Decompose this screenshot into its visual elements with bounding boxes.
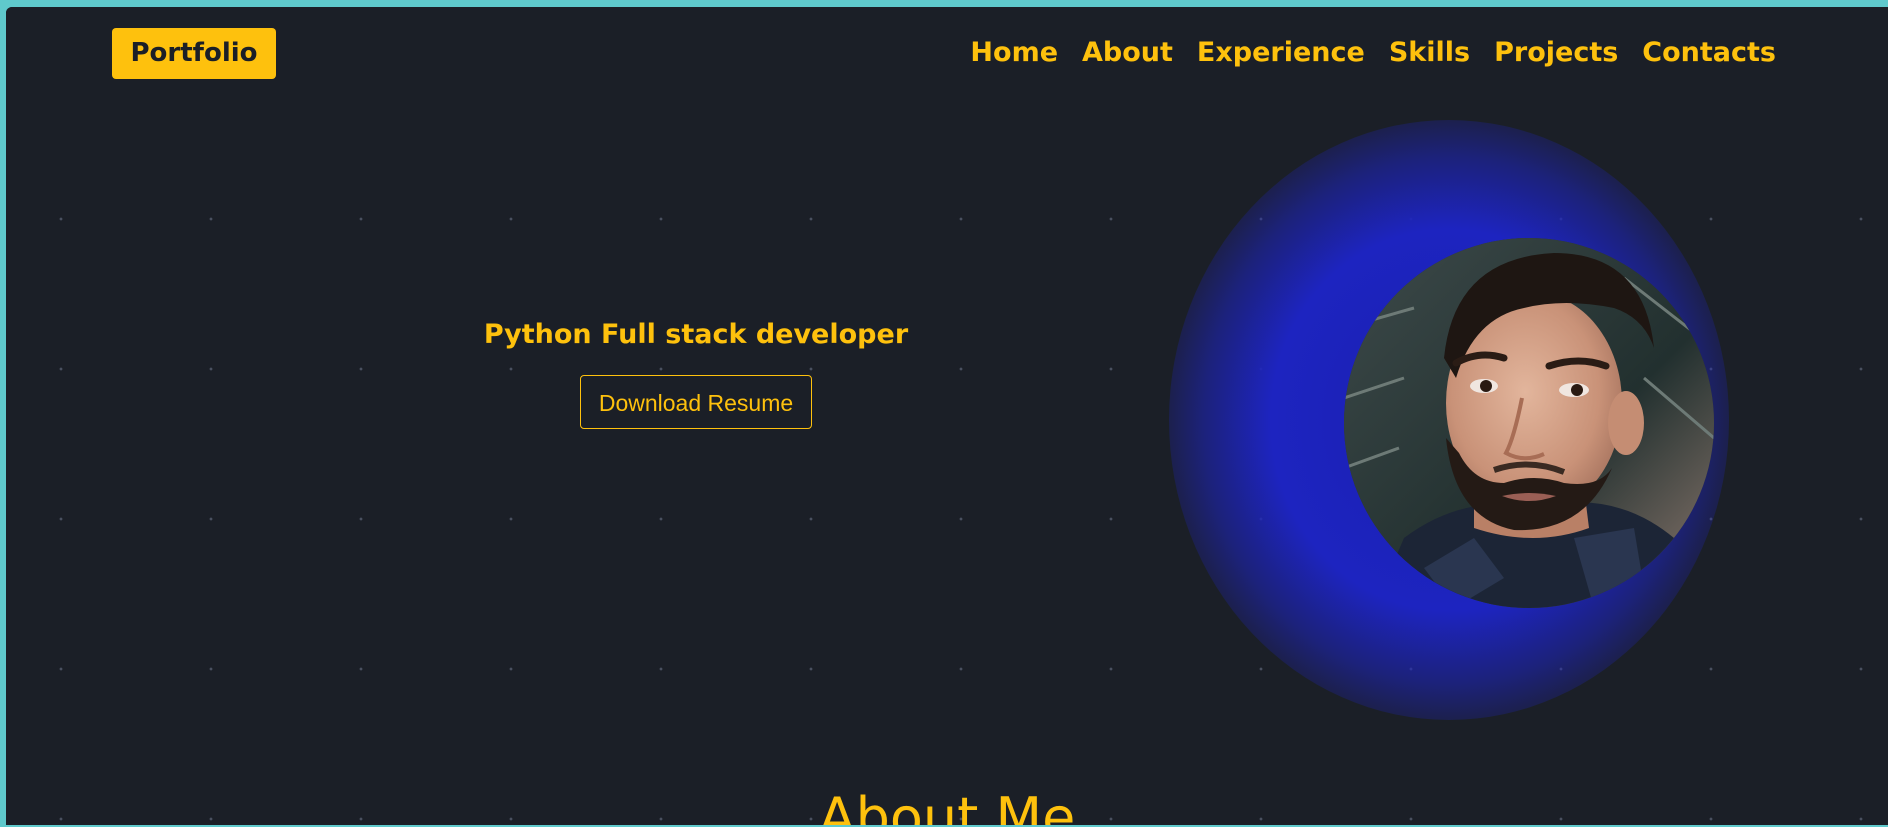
nav-link-skills[interactable]: Skills (1389, 33, 1470, 73)
brand-logo-button[interactable]: Portfolio (112, 28, 276, 79)
portfolio-page: Portfolio Home About Experience Skills P… (6, 7, 1888, 825)
download-resume-button[interactable]: Download Resume (579, 375, 813, 429)
hero-title: Python Full stack developer (483, 319, 909, 350)
about-heading: About Me (818, 786, 1076, 825)
navbar: Portfolio Home About Experience Skills P… (6, 7, 1888, 107)
profile-avatar (1344, 238, 1714, 608)
nav-link-experience[interactable]: Experience (1197, 33, 1365, 73)
nav-links: Home About Experience Skills Projects Co… (970, 33, 1776, 73)
profile-photo-icon (1344, 238, 1714, 608)
nav-link-home[interactable]: Home (970, 33, 1058, 73)
hero-section: Python Full stack developer Download Res… (376, 315, 1016, 429)
nav-link-projects[interactable]: Projects (1494, 33, 1618, 73)
nav-link-about[interactable]: About (1082, 33, 1173, 73)
nav-link-contacts[interactable]: Contacts (1642, 33, 1776, 73)
